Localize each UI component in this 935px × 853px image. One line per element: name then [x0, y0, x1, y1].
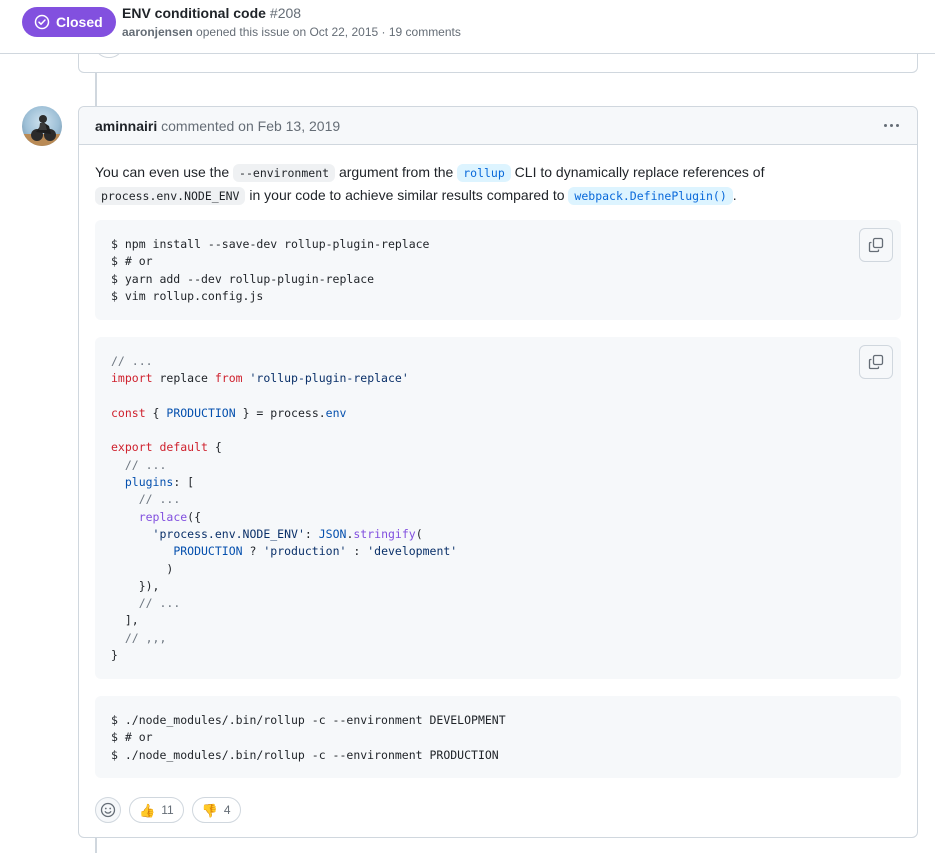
- code-text: :: [304, 526, 319, 541]
- issue-author-link[interactable]: aaronjensen: [122, 25, 193, 39]
- issue-number: #208: [269, 5, 302, 21]
- para-text: CLI to dynamically replace references of: [510, 164, 765, 180]
- para-text: You can even use the: [95, 164, 234, 180]
- code-keyword: import: [111, 371, 153, 386]
- code-constant: PRODUCTION: [173, 544, 243, 559]
- thumbs-down-icon: 👎: [201, 802, 218, 818]
- thumbs-up-icon: 👍: [139, 802, 156, 818]
- reaction-count: 11: [161, 803, 174, 817]
- timeline-connector-bottom: [95, 837, 97, 853]
- code-line: $ # or: [111, 730, 153, 745]
- code-comment: // ...: [124, 457, 167, 472]
- circle-check-icon: [34, 14, 50, 30]
- code-string: 'rollup-plugin-replace': [249, 371, 409, 386]
- para-text: argument from the: [335, 164, 458, 180]
- code-function: stringify: [353, 526, 416, 541]
- code-block-install: $ npm install --save-dev rollup-plugin-r…: [95, 220, 901, 320]
- code-keyword: const: [111, 405, 146, 420]
- code-keyword: from: [214, 371, 243, 386]
- comment-author-link[interactable]: aminnairi: [95, 118, 157, 134]
- code-text: ?: [242, 544, 264, 559]
- code-constant: plugins: [124, 475, 174, 490]
- code-text: }),: [138, 578, 160, 593]
- issue-state-label: Closed: [56, 14, 103, 30]
- comment-paragraph: You can even use the --environment argum…: [95, 161, 895, 207]
- code-comment: // ,,,: [124, 630, 167, 645]
- reaction-thumbs-down[interactable]: 👎 4: [191, 797, 241, 823]
- reaction-thumbs-up[interactable]: 👍 11: [129, 797, 184, 823]
- para-text: in your code to achieve similar results …: [245, 187, 569, 203]
- code-text: {: [207, 440, 222, 455]
- code-text: :: [346, 544, 368, 559]
- code-text: : [: [173, 475, 195, 490]
- inline-code-webpack-link[interactable]: webpack.DefinePlugin(): [568, 187, 733, 205]
- code-keyword: export: [111, 440, 153, 455]
- code-comment: // ...: [138, 596, 181, 611]
- code-string: 'process.env.NODE_ENV': [152, 526, 305, 541]
- code-constant: env: [325, 405, 347, 420]
- code-line: $ npm install --save-dev rollup-plugin-r…: [111, 237, 430, 251]
- copy-button[interactable]: [859, 228, 893, 262]
- code-text: replace: [152, 371, 215, 386]
- code-text: ],: [124, 613, 139, 628]
- code-text: } = process.: [235, 405, 326, 420]
- timeline-connector: [95, 73, 97, 107]
- code-text: ): [166, 561, 174, 576]
- comment-meta: aminnairi commented on Feb 13, 2019: [95, 118, 340, 134]
- code-constant: JSON: [318, 526, 347, 541]
- code-string: 'production': [263, 544, 347, 559]
- code-line: $ # or: [111, 254, 153, 269]
- code-text: ({: [187, 509, 202, 524]
- sticky-issue-header: Closed ENV conditional code #208 aaronjen…: [0, 0, 935, 54]
- code-comment: // ...: [138, 492, 181, 507]
- code-text: }: [111, 648, 118, 663]
- comment-header: aminnairi commented on Feb 13, 2019: [79, 107, 917, 145]
- code-text: (: [415, 526, 423, 541]
- code-line: $ ./node_modules/.bin/rollup -c --enviro…: [111, 713, 506, 727]
- code-constant: PRODUCTION: [166, 405, 236, 420]
- copy-icon: [868, 354, 884, 370]
- copy-icon: [868, 237, 884, 253]
- issue-meta-text: opened this issue on Oct 22, 2015 · 19 c…: [196, 25, 461, 39]
- smiley-icon: [100, 802, 116, 818]
- avatar[interactable]: [22, 106, 62, 146]
- code-function: replace: [138, 509, 188, 524]
- inline-code-rollup-link[interactable]: rollup: [457, 164, 511, 182]
- code-line: $ ./node_modules/.bin/rollup -c --enviro…: [111, 747, 499, 762]
- reaction-count: 4: [223, 803, 231, 817]
- inline-code-node-env: process.env.NODE_ENV: [95, 187, 246, 205]
- code-line: $ vim rollup.config.js: [111, 288, 264, 303]
- kebab-horizontal-icon[interactable]: [884, 124, 899, 127]
- code-comment: // ...: [111, 354, 153, 368]
- code-text: {: [145, 405, 167, 420]
- code-config: // ... import replace from 'rollup-plugi…: [111, 353, 457, 664]
- code-block-config: // ... import replace from 'rollup-plugi…: [95, 337, 901, 679]
- code-keyword: default: [159, 440, 208, 455]
- inline-code-environment: --environment: [233, 164, 336, 182]
- issue-title-text: ENV conditional code: [122, 5, 266, 21]
- comment-box: aminnairi commented on Feb 13, 2019 You …: [78, 106, 918, 838]
- comment-timestamp[interactable]: commented on Feb 13, 2019: [161, 118, 340, 134]
- code-run: $ ./node_modules/.bin/rollup -c --enviro…: [111, 712, 506, 764]
- code-line: $ yarn add --dev rollup-plugin-replace: [111, 271, 375, 286]
- reactions-bar: 👍 11 👎 4: [95, 797, 241, 823]
- copy-button[interactable]: [859, 345, 893, 379]
- code-string: 'development': [367, 544, 458, 559]
- add-reaction-button[interactable]: [95, 797, 121, 823]
- code-install: $ npm install --save-dev rollup-plugin-r…: [111, 236, 430, 305]
- issue-title[interactable]: ENV conditional code #208: [122, 5, 301, 21]
- issue-meta: aaronjensen opened this issue on Oct 22,…: [122, 25, 461, 39]
- para-text: .: [732, 187, 737, 203]
- code-block-run: $ ./node_modules/.bin/rollup -c --enviro…: [95, 696, 901, 778]
- issue-state-badge: Closed: [22, 7, 116, 37]
